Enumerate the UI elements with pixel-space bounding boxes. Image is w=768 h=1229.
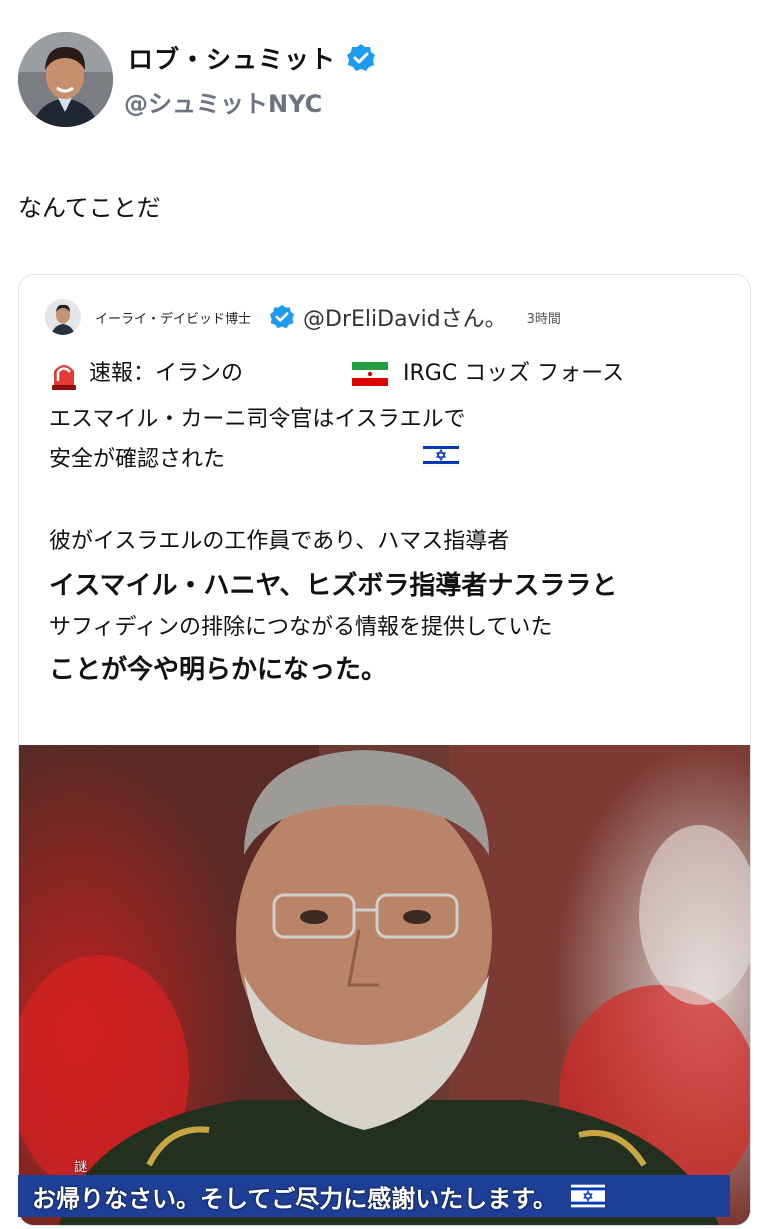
author-avatar[interactable] (18, 32, 113, 127)
israel-flag-icon (423, 443, 459, 467)
quoted-header: イーライ・デイビッド博士 @DrEliDavidさん。 3時間 (45, 299, 561, 335)
author-handle[interactable]: @シュミットNYC (124, 84, 322, 119)
quoted-line-6: サフィディンの排除につながる情報を提供していた (49, 615, 553, 640)
corner-watermark: 謎 (74, 1160, 88, 1175)
media-caption: お帰りなさい。そしてご尽力に感謝いたします。 (32, 1184, 557, 1213)
quoted-avatar[interactable] (45, 299, 81, 335)
author-name-row: ロブ・シュミット (128, 40, 376, 76)
quoted-line-7: ことが今や明らかになった。 (49, 655, 388, 685)
israel-flag-icon (570, 1184, 605, 1208)
author-display-name[interactable]: ロブ・シュミット (128, 40, 336, 76)
quoted-line-3: 安全が確認された (49, 447, 226, 472)
quoted-line-1-text: 速報：イランの (89, 361, 244, 386)
media-caption-bar: お帰りなさい。そしてご尽力に感謝いたします。 (18, 1175, 730, 1217)
verified-badge-icon (269, 304, 295, 330)
quoted-line-4: 彼がイスラエルの工作員であり、ハマス指導者 (49, 529, 510, 554)
quoted-media-photo[interactable] (19, 745, 750, 1225)
portrait-image (19, 745, 750, 1225)
siren-icon (49, 357, 79, 391)
iran-flag-icon (352, 362, 388, 386)
avatar-image (18, 32, 113, 127)
quoted-timestamp[interactable]: 3時間 (527, 308, 561, 327)
verified-badge-icon (346, 43, 376, 73)
quoted-line-1b-text: IRGC コッズ フォース (403, 361, 625, 386)
quoted-line-2: エスマイル・カーニ司令官はイスラエルで (49, 407, 466, 432)
quoted-line-1: 速報：イランの (49, 355, 243, 391)
quoted-author-name[interactable]: イーライ・デイビッド博士 (95, 308, 251, 327)
tweet-text: なんてことだ (18, 194, 161, 222)
quoted-author-handle[interactable]: @DrEliDavidさん。 (303, 301, 507, 333)
quoted-tweet-card[interactable]: イーライ・デイビッド博士 @DrEliDavidさん。 3時間 速報：イランの (18, 274, 751, 1226)
quoted-line-1b: IRGC コッズ フォース (352, 355, 624, 387)
quoted-line-5: イスマイル・ハニヤ、ヒズボラ指導者ナスララと (49, 571, 618, 601)
